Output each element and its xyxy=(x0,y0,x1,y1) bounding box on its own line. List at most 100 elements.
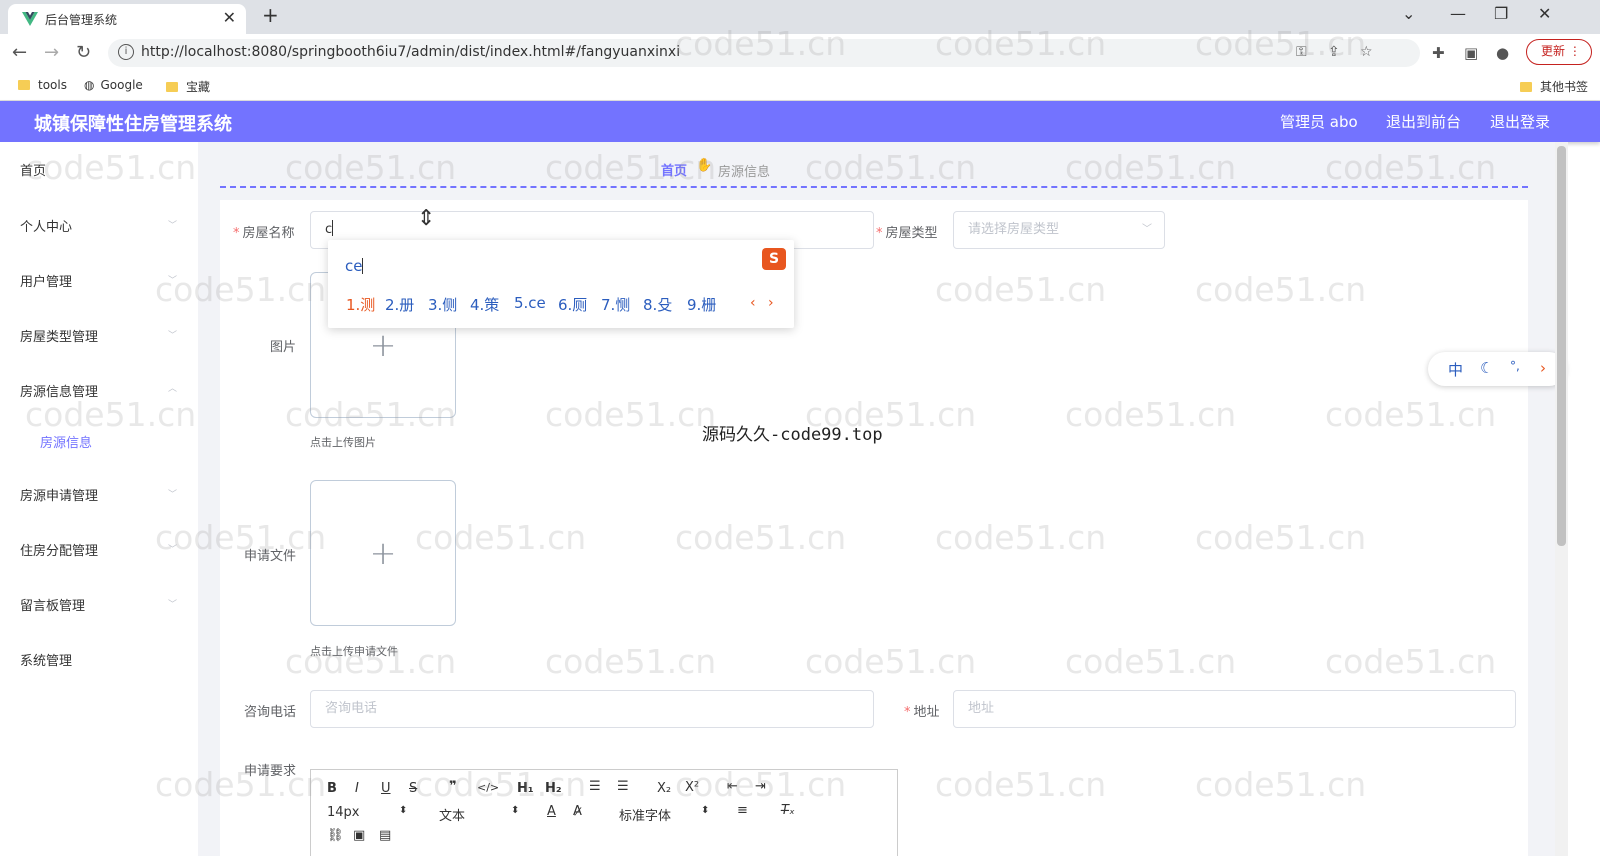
breadcrumb-home[interactable]: 首页 xyxy=(661,160,687,179)
font-size-select[interactable]: 14px xyxy=(327,805,360,820)
image-icon[interactable]: ▣ xyxy=(353,828,365,843)
indent-icon[interactable]: ⇥ xyxy=(755,779,766,794)
plus-icon: + xyxy=(369,534,397,572)
ime-candidate[interactable]: 2.册 xyxy=(385,294,414,315)
app-header: 城镇保障性住房管理系统 管理员 abo 退出到前台 退出登录 xyxy=(0,101,1600,142)
bookmark-google[interactable]: ◍ Google xyxy=(84,78,143,92)
heading2-icon[interactable]: H₂ xyxy=(545,781,562,796)
updown-icon: ⬍ xyxy=(701,805,710,816)
ime-punctuation[interactable]: °, xyxy=(1510,359,1520,373)
moon-icon[interactable]: ☾ xyxy=(1480,359,1493,377)
sidebar-item-allocation[interactable]: 住房分配管理 xyxy=(20,540,98,559)
underline-icon[interactable]: U xyxy=(381,781,391,796)
code-icon[interactable]: </> xyxy=(477,781,499,794)
sidebar-item-listings[interactable]: 房源信息管理 xyxy=(20,381,98,400)
sidebar-item-system[interactable]: 系统管理 xyxy=(20,650,72,669)
clear-format-icon[interactable]: T̶ₓ xyxy=(781,803,795,818)
minimize-icon[interactable]: — xyxy=(1450,4,1466,23)
sidebar: 首页 个人中心 ﹀ 用户管理 ﹀ 房屋类型管理 ﹀ 房源信息管理 ︿ 房源信息 … xyxy=(0,142,198,856)
ime-candidate[interactable]: 8.殳 xyxy=(643,294,672,315)
bookmark-other[interactable]: 其他书签 xyxy=(1520,78,1588,95)
sidebar-item-users[interactable]: 用户管理 xyxy=(20,271,72,290)
browser-tab[interactable]: 后台管理系统 ✕ xyxy=(8,4,246,34)
ime-next-icon[interactable]: › xyxy=(768,295,774,311)
heading1-icon[interactable]: H₁ xyxy=(517,781,534,796)
site-info-icon[interactable]: i xyxy=(118,44,134,60)
align-icon[interactable]: ≡ xyxy=(737,803,748,818)
scrollbar-thumb[interactable] xyxy=(1557,146,1566,546)
font-color-icon[interactable]: A xyxy=(547,804,556,819)
superscript-icon[interactable]: X² xyxy=(685,780,699,795)
strike-icon[interactable]: S xyxy=(409,781,417,796)
chevron-right-icon[interactable]: › xyxy=(1540,359,1546,377)
rich-text-editor: B I U S ❞ </> H₁ H₂ ☰ ☰ X₂ X² ⇤ ⇥ 14px ⬍… xyxy=(310,769,898,856)
sidebar-item-message-board[interactable]: 留言板管理 xyxy=(20,595,85,614)
italic-icon[interactable]: I xyxy=(355,781,359,796)
ime-candidate[interactable]: 3.侧 xyxy=(428,294,457,315)
omnibox[interactable]: i http://localhost:8080/springbooth6iu7/… xyxy=(108,39,1420,67)
profile-icon[interactable]: ● xyxy=(1496,44,1509,62)
sidebar-item-applications[interactable]: 房源申请管理 xyxy=(20,485,98,504)
paragraph-select[interactable]: 文本 xyxy=(439,805,465,824)
phone-input[interactable]: 咨询电话 xyxy=(310,690,874,728)
reload-icon[interactable]: ↻ xyxy=(76,42,91,63)
house-name-label: * 房屋名称 xyxy=(233,226,295,241)
back-icon[interactable]: ← xyxy=(12,42,27,63)
bullet-list-icon[interactable]: ☰ xyxy=(617,779,629,794)
ime-candidate[interactable]: 4.策 xyxy=(470,294,499,315)
ime-candidate[interactable]: 7.恻 xyxy=(601,294,630,315)
globe-icon: ◍ xyxy=(84,78,95,92)
folder-icon xyxy=(166,82,178,92)
star-icon[interactable]: ☆ xyxy=(1360,44,1373,60)
ime-candidate[interactable]: 6.厕 xyxy=(558,294,587,315)
sidebar-item-house-types[interactable]: 房屋类型管理 xyxy=(20,326,98,345)
new-tab-icon[interactable]: + xyxy=(262,3,279,27)
address-input[interactable]: 地址 xyxy=(953,690,1516,728)
link-icon[interactable]: ⛓ xyxy=(327,828,344,843)
ime-candidate[interactable]: 9.栅 xyxy=(687,294,716,315)
outdent-icon[interactable]: ⇤ xyxy=(727,779,738,794)
sidebar-item-home[interactable]: 首页 xyxy=(20,160,46,179)
page-scrollbar[interactable] xyxy=(1555,142,1568,856)
chevron-down-icon: ﹀ xyxy=(1142,224,1152,235)
ordered-list-icon[interactable]: ☰ xyxy=(589,779,601,794)
restore-icon[interactable]: ❐ xyxy=(1494,4,1508,23)
plus-icon: + xyxy=(369,326,397,364)
ime-candidate[interactable]: 1.测 xyxy=(346,294,375,315)
bookmark-tools[interactable]: tools xyxy=(18,78,67,92)
bold-icon[interactable]: B xyxy=(327,781,337,796)
sidepanel-icon[interactable]: ▣ xyxy=(1464,44,1478,62)
image-label: 图片 xyxy=(270,340,297,355)
extensions-icon[interactable]: ✚ xyxy=(1432,44,1445,62)
house-type-select[interactable]: 请选择房屋类型 ﹀ xyxy=(953,211,1165,249)
chevron-down-icon: ﹀ xyxy=(168,276,178,286)
chevron-up-icon: ︿ xyxy=(168,384,178,394)
font-family-select[interactable]: 标准字体 xyxy=(619,805,671,824)
subscript-icon[interactable]: X₂ xyxy=(657,781,671,796)
sidebar-subitem-listing-info[interactable]: 房源信息 xyxy=(40,432,92,451)
key-icon[interactable]: ⚿ xyxy=(1296,44,1307,60)
sidebar-item-profile[interactable]: 个人中心 xyxy=(20,216,72,235)
logout-link[interactable]: 退出登录 xyxy=(1490,111,1550,132)
ime-candidate[interactable]: 5.ce xyxy=(514,294,546,312)
share-icon[interactable]: ⇪ xyxy=(1328,44,1340,60)
file-uploader[interactable]: + xyxy=(310,480,456,626)
ime-prev-icon[interactable]: ‹ xyxy=(750,295,756,311)
file-label: 申请文件 xyxy=(244,549,297,564)
forward-icon[interactable]: → xyxy=(44,42,59,63)
blockquote-icon[interactable]: ❞ xyxy=(449,779,457,794)
close-window-icon[interactable]: ✕ xyxy=(1538,4,1551,23)
hand-icon: ✋ xyxy=(696,158,713,173)
update-button[interactable]: 更新 ⋮ xyxy=(1526,39,1592,65)
exit-to-front-link[interactable]: 退出到前台 xyxy=(1386,111,1461,132)
vue-logo-icon xyxy=(22,12,38,26)
ime-mode[interactable]: 中 xyxy=(1448,359,1463,380)
resize-cursor-icon: ⇕ xyxy=(417,206,436,231)
close-tab-icon[interactable]: ✕ xyxy=(223,8,236,27)
sogou-logo-icon: S xyxy=(762,248,786,270)
bookmark-treasure[interactable]: 宝藏 xyxy=(166,78,210,95)
tab-search-icon[interactable]: ⌄ xyxy=(1402,4,1415,23)
chevron-down-icon: ﹀ xyxy=(168,331,178,341)
background-color-icon[interactable]: A̷ xyxy=(573,804,582,819)
video-icon[interactable]: ▤ xyxy=(379,828,391,843)
